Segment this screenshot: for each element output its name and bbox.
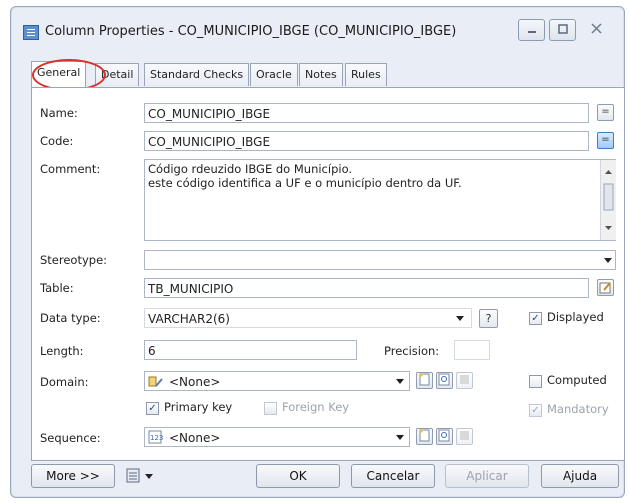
domain-value: <None> <box>169 375 221 389</box>
domain-new-button[interactable] <box>416 372 433 389</box>
svg-text:123: 123 <box>150 434 163 442</box>
comment-label: Comment: <box>40 162 101 176</box>
computed-label: Computed <box>547 373 607 387</box>
sequence-label: Sequence: <box>40 431 101 445</box>
cancel-button[interactable]: Cancelar <box>351 464 435 488</box>
foreign-key-label: Foreign Key <box>282 400 350 414</box>
domain-select[interactable]: <None> <box>144 371 410 391</box>
sequence-new-button[interactable] <box>416 428 433 445</box>
computed-checkbox[interactable] <box>529 375 542 388</box>
print-icon <box>126 468 153 483</box>
tab-standard-checks[interactable]: Standard Checks <box>144 63 250 86</box>
delete-icon <box>460 431 469 440</box>
domain-label: Domain: <box>40 375 89 389</box>
help-button[interactable]: Ajuda <box>541 464 619 488</box>
maximize-button[interactable] <box>549 19 576 41</box>
stereotype-select[interactable] <box>144 250 616 270</box>
domain-properties-button[interactable] <box>436 372 453 389</box>
name-field[interactable]: CO_MUNICIPIO_IBGE <box>144 103 589 123</box>
comment-line-2: este código identifica a UF e o municípi… <box>148 176 462 190</box>
close-button[interactable] <box>580 19 612 39</box>
sequence-icon: 123 <box>148 430 163 444</box>
code-label: Code: <box>40 134 74 148</box>
datatype-label: Data type: <box>40 311 101 325</box>
length-label: Length: <box>40 344 84 358</box>
datatype-help-button[interactable]: ? <box>479 309 498 328</box>
table-properties-button[interactable] <box>597 279 614 296</box>
general-panel: Name: CO_MUNICIPIO_IBGE = Code: CO_MUNIC… <box>31 87 625 461</box>
comment-textarea[interactable]: Código rdeuzido IBGE do Município. este … <box>144 159 616 241</box>
sequence-select[interactable]: <None> <box>144 427 410 447</box>
comment-scrollbar[interactable] <box>600 160 616 240</box>
name-equals-button[interactable]: = <box>597 104 614 121</box>
name-label: Name: <box>40 106 78 120</box>
scroll-arrows-icon <box>603 170 614 230</box>
title-bar: Column Properties - CO_MUNICIPIO_IBGE (C… <box>11 7 624 51</box>
primary-key-label: Primary key <box>164 400 233 414</box>
comment-line-1: Código rdeuzido IBGE do Município. <box>148 162 353 176</box>
maximize-icon <box>557 24 568 34</box>
column-properties-window: Column Properties - CO_MUNICIPIO_IBGE (C… <box>10 6 625 498</box>
close-icon <box>590 23 602 34</box>
code-equals-button[interactable]: = <box>597 132 614 149</box>
displayed-label: Displayed <box>547 310 604 324</box>
datatype-select[interactable]: VARCHAR2(6) <box>144 308 472 328</box>
sequence-dropdown-icon <box>396 435 404 440</box>
datatype-dropdown-icon <box>456 316 464 321</box>
stereotype-label: Stereotype: <box>40 253 108 267</box>
minimize-button[interactable] <box>518 19 545 41</box>
code-field[interactable]: CO_MUNICIPIO_IBGE <box>144 131 589 151</box>
sequence-delete-button[interactable] <box>456 428 473 445</box>
stereotype-dropdown-icon <box>604 258 612 263</box>
new-icon <box>419 373 430 386</box>
length-field[interactable]: 6 <box>144 340 357 360</box>
domain-delete-button[interactable] <box>456 372 473 389</box>
table-field: TB_MUNICIPIO <box>144 278 589 298</box>
window-title: Column Properties - CO_MUNICIPIO_IBGE (C… <box>45 24 457 39</box>
tab-notes[interactable]: Notes <box>299 63 343 86</box>
mandatory-checkbox[interactable]: ✓ <box>529 404 542 417</box>
domain-icon <box>148 376 163 387</box>
mandatory-label: Mandatory <box>547 402 609 416</box>
sequence-value: <None> <box>169 431 221 445</box>
new-icon <box>419 429 430 442</box>
table-label: Table: <box>40 281 74 295</box>
minimize-icon <box>527 31 536 33</box>
tab-rules[interactable]: Rules <box>345 63 387 86</box>
properties-icon <box>599 282 611 294</box>
domain-dropdown-icon <box>396 379 404 384</box>
ok-button[interactable]: OK <box>256 464 340 488</box>
more-button[interactable]: More >> <box>31 464 115 488</box>
foreign-key-checkbox[interactable] <box>264 402 277 415</box>
apply-button[interactable]: Aplicar <box>445 464 529 488</box>
precision-field[interactable] <box>454 340 490 360</box>
displayed-checkbox[interactable]: ✓ <box>529 312 542 325</box>
magnifier-icon <box>438 429 450 442</box>
delete-icon <box>460 375 469 384</box>
print-menu-button[interactable] <box>125 466 159 486</box>
tab-oracle[interactable]: Oracle <box>250 63 298 86</box>
primary-key-checkbox[interactable]: ✓ <box>146 402 159 415</box>
sequence-properties-button[interactable] <box>436 428 453 445</box>
precision-label: Precision: <box>384 344 440 358</box>
magnifier-icon <box>438 373 450 386</box>
table-icon <box>23 25 39 40</box>
